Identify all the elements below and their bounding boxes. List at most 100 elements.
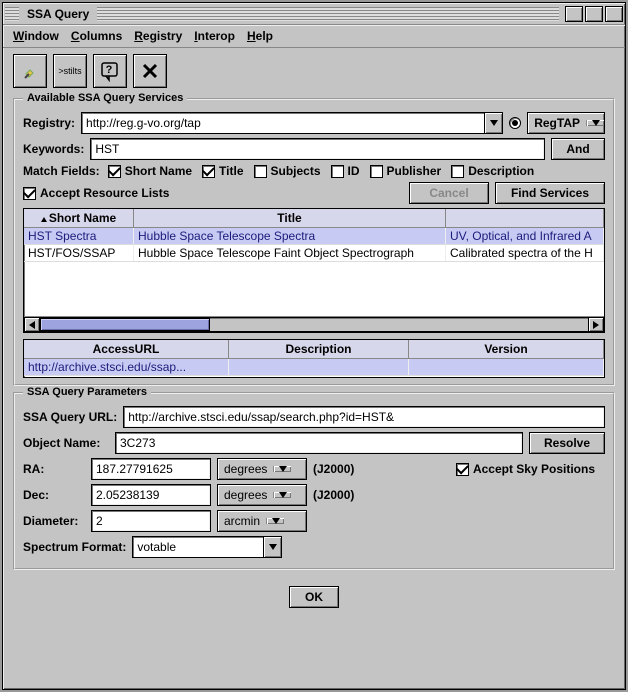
diameter-units-dropdown[interactable]: arcmin: [217, 510, 307, 532]
stilts-button[interactable]: >stilts: [53, 54, 87, 88]
cb-publisher[interactable]: [370, 165, 383, 178]
dec-units-label: degrees: [218, 488, 273, 502]
services-hscroll[interactable]: [24, 316, 604, 332]
diameter-units-arrow[interactable]: [266, 518, 284, 524]
dec-input[interactable]: [91, 484, 211, 506]
pin-button[interactable]: [13, 54, 47, 88]
chevron-left-icon: [29, 321, 35, 329]
ra-epoch: (J2000): [313, 462, 354, 476]
cb-subjects[interactable]: [254, 165, 267, 178]
svg-text:?: ?: [106, 64, 113, 76]
and-button[interactable]: And: [551, 138, 605, 160]
format-arrow[interactable]: [263, 537, 281, 557]
registry-input[interactable]: [82, 113, 484, 133]
menu-registry[interactable]: Registry: [130, 27, 186, 45]
help-icon: ?: [99, 60, 121, 82]
regtap-radio[interactable]: [509, 117, 521, 129]
params-fieldset: SSA Query Parameters SSA Query URL: Obje…: [13, 392, 615, 570]
menu-window[interactable]: Window: [9, 27, 63, 45]
th-other[interactable]: [446, 209, 604, 227]
cb-accept-lists[interactable]: [23, 187, 36, 200]
scroll-right-button[interactable]: [588, 317, 604, 332]
ok-button[interactable]: OK: [289, 586, 339, 608]
title-deco-left: [5, 7, 19, 21]
keywords-input[interactable]: [90, 138, 545, 160]
ra-units-label: degrees: [218, 462, 273, 476]
th-title[interactable]: Title: [134, 209, 446, 227]
chevron-down-icon: [279, 466, 287, 472]
pin-icon: [20, 61, 40, 81]
th-accessurl[interactable]: AccessURL: [24, 340, 229, 358]
close-icon: [140, 61, 160, 81]
details-thead: AccessURL Description Version: [24, 340, 604, 359]
find-services-button[interactable]: Find Services: [495, 182, 605, 204]
ok-bar: OK: [3, 576, 625, 620]
help-button[interactable]: ?: [93, 54, 127, 88]
params-legend: SSA Query Parameters: [23, 386, 151, 398]
diameter-units-label: arcmin: [218, 514, 266, 528]
th-short-name[interactable]: Short Name: [24, 209, 134, 227]
url-label: SSA Query URL:: [23, 410, 117, 424]
close-button[interactable]: [605, 6, 623, 22]
maximize-button[interactable]: [585, 6, 603, 22]
keywords-label: Keywords:: [23, 142, 84, 156]
format-input[interactable]: [133, 537, 263, 557]
object-label: Object Name:: [23, 436, 109, 450]
registry-combo[interactable]: [81, 112, 503, 134]
titlebar: SSA Query: [3, 3, 625, 25]
chevron-right-icon: [593, 321, 599, 329]
services-table: Short Name Title HST Spectra Hubble Spac…: [23, 208, 605, 333]
url-input[interactable]: [123, 406, 605, 428]
th-description[interactable]: Description: [229, 340, 409, 358]
cell-title: Hubble Space Telescope Faint Object Spec…: [134, 245, 446, 261]
object-input[interactable]: [115, 432, 523, 454]
cb-description[interactable]: [451, 165, 464, 178]
menu-columns[interactable]: Columns: [67, 27, 126, 45]
regtap-arrow[interactable]: [586, 120, 604, 126]
cancel-close-button[interactable]: [133, 54, 167, 88]
th-version[interactable]: Version: [409, 340, 604, 358]
menu-help[interactable]: Help: [243, 27, 277, 45]
cell-other: UV, Optical, and Infrared A: [446, 228, 604, 244]
match-fields-label: Match Fields:: [23, 164, 100, 178]
table-row[interactable]: HST Spectra Hubble Space Telescope Spect…: [24, 228, 604, 245]
dec-label: Dec:: [23, 488, 85, 502]
ra-input[interactable]: [91, 458, 211, 480]
cb-accept-sky[interactable]: [456, 463, 469, 476]
registry-combo-arrow[interactable]: [484, 113, 502, 133]
ra-units-arrow[interactable]: [273, 466, 291, 472]
regtap-label: RegTAP: [528, 116, 586, 130]
services-fieldset: Available SSA Query Services Registry: R…: [13, 98, 615, 386]
cb-title-label: Title: [219, 164, 243, 178]
scroll-track[interactable]: [40, 317, 588, 332]
diameter-input[interactable]: [91, 510, 211, 532]
regtap-dropdown[interactable]: RegTAP: [527, 112, 605, 134]
cb-id[interactable]: [331, 165, 344, 178]
ra-units-dropdown[interactable]: degrees: [217, 458, 307, 480]
table-row[interactable]: http://archive.stsci.edu/ssap...: [24, 359, 604, 376]
scroll-thumb[interactable]: [40, 318, 210, 331]
minimize-button[interactable]: [565, 6, 583, 22]
cb-short-name[interactable]: [108, 165, 121, 178]
table-row[interactable]: HST/FOS/SSAP Hubble Space Telescope Fain…: [24, 245, 604, 262]
format-combo[interactable]: [132, 536, 282, 558]
cancel-button[interactable]: Cancel: [409, 182, 489, 204]
cell-short-name: HST Spectra: [24, 228, 134, 244]
stilts-label: >stilts: [58, 67, 81, 76]
cell-version: [409, 359, 604, 375]
chevron-down-icon: [269, 544, 277, 550]
resolve-button[interactable]: Resolve: [529, 432, 605, 454]
toolbar: >stilts ?: [3, 48, 625, 92]
dec-units-arrow[interactable]: [273, 492, 291, 498]
ra-label: RA:: [23, 462, 85, 476]
scroll-left-button[interactable]: [24, 317, 40, 332]
title-deco-right: [97, 7, 559, 21]
menu-interop[interactable]: Interop: [190, 27, 239, 45]
dec-units-dropdown[interactable]: degrees: [217, 484, 307, 506]
cb-title[interactable]: [202, 165, 215, 178]
chevron-down-icon: [592, 120, 600, 126]
cell-title: Hubble Space Telescope Spectra: [134, 228, 446, 244]
sort-asc-icon: [41, 217, 47, 222]
cb-publisher-label: Publisher: [387, 164, 442, 178]
services-legend: Available SSA Query Services: [23, 92, 187, 104]
